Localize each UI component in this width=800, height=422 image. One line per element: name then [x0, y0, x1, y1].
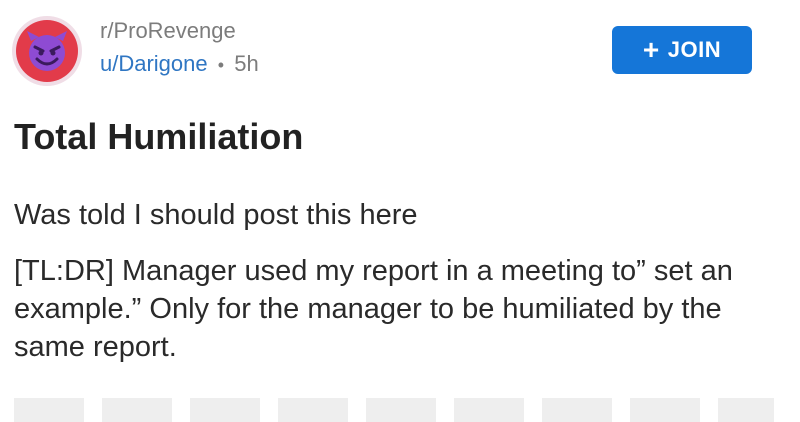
- post-age: 5h: [234, 51, 259, 76]
- join-label: JOIN: [667, 37, 722, 62]
- post-paragraph: [TL:DR] Manager used my report in a meet…: [14, 255, 733, 363]
- post-title: Total Humiliation: [14, 116, 304, 157]
- post-header: r/ProRevenge u/Darigone • 5h + JOIN: [12, 14, 752, 94]
- author-line: u/Darigone • 5h: [100, 50, 259, 79]
- post-paragraph: Was told I should post this here: [14, 199, 418, 231]
- post-meta: r/ProRevenge u/Darigone • 5h: [100, 18, 259, 79]
- join-button[interactable]: + JOIN: [612, 26, 752, 74]
- separator-dot: •: [217, 55, 225, 75]
- subreddit-avatar[interactable]: [12, 16, 82, 86]
- devil-smiley-icon: [27, 31, 67, 71]
- plus-icon: +: [642, 34, 660, 65]
- avatar-ring: [16, 20, 78, 82]
- author-username[interactable]: u/Darigone: [100, 51, 208, 76]
- post-body: Was told I should post this here [TL:DR]…: [14, 196, 774, 384]
- subreddit-name[interactable]: r/ProRevenge: [100, 18, 259, 44]
- cut-off-text-line: [14, 398, 774, 422]
